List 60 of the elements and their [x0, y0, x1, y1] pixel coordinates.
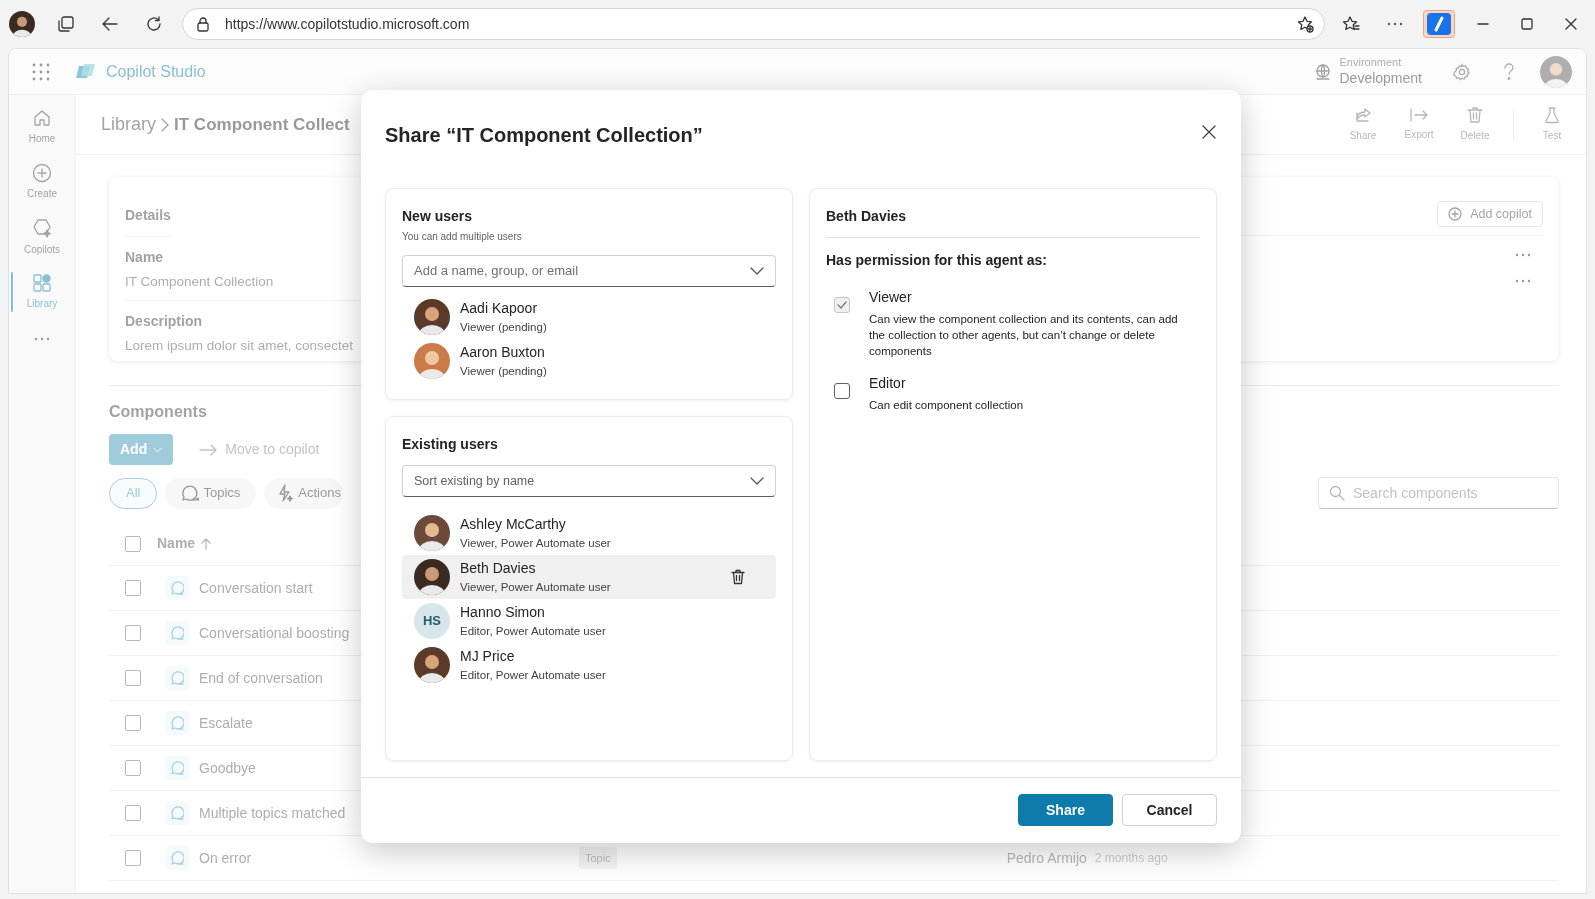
user-name: Aadi Kapoor: [460, 300, 539, 318]
option-label: Viewer: [869, 288, 913, 307]
toolbar-button[interactable]: Delete: [1447, 100, 1503, 149]
user-row[interactable]: MJ Price Editor, Power Automate user: [402, 643, 776, 687]
environment-name[interactable]: Development: [1339, 69, 1422, 88]
option-description: Can view the component collection and its contents, can add the collection to other agents, but can’t change or delete components: [869, 312, 1179, 359]
option-label: Editor: [869, 374, 907, 393]
user-role: Viewer (pending): [460, 319, 548, 334]
filter-pill[interactable]: Topics: [165, 477, 257, 509]
field-value: IT Component Collection: [125, 273, 274, 291]
user-row[interactable]: Beth Davies Viewer, Power Automate user: [402, 555, 776, 599]
app-name: Copilot Studio: [106, 61, 206, 82]
filter-pill[interactable]: All: [109, 477, 158, 509]
panel-heading: Existing users: [402, 435, 499, 454]
environment-label: Environment: [1339, 55, 1403, 70]
add-button[interactable]: Add: [109, 434, 174, 465]
component-name[interactable]: On error: [199, 847, 579, 869]
field-label: Description: [125, 312, 202, 332]
dialog-title: Share “IT Component Collection”: [385, 123, 703, 148]
user-role: Editor, Power Automate user: [460, 667, 607, 682]
selected-user-name: Beth Davies: [826, 206, 1200, 238]
components-heading: Components: [109, 402, 207, 422]
user-name: Aaron Buxton: [460, 344, 546, 362]
toolbar-button[interactable]: Export: [1391, 100, 1447, 149]
column-header[interactable]: Name: [157, 533, 196, 554]
nav-item[interactable]: Copilots: [9, 209, 75, 264]
field-label: Name: [125, 248, 164, 267]
hint-text: You can add multiple users: [402, 230, 523, 244]
filter-pill[interactable]: Actions: [264, 477, 343, 509]
nav-item[interactable]: Create: [9, 154, 75, 209]
nav-item[interactable]: Library: [9, 264, 75, 319]
people-picker-field[interactable]: Add a name, group, or email: [402, 255, 776, 287]
nav-item[interactable]: Home: [9, 99, 75, 154]
user-role: Editor, Power Automate user: [460, 623, 607, 638]
share-button[interactable]: Share: [1018, 794, 1113, 826]
option-description: Can edit component collection: [869, 398, 1025, 413]
permission-heading: Has permission for this agent as:: [826, 251, 1048, 270]
toolbar-button[interactable]: Test: [1524, 100, 1580, 149]
user-name: Ashley McCarthy: [460, 516, 567, 534]
user-name: Hanno Simon: [460, 604, 546, 622]
address-bar[interactable]: https://www.copilotstudio.microsoft.com: [182, 8, 1325, 40]
toolbar-button[interactable]: Share: [1335, 100, 1391, 149]
add-copilot-button[interactable]: Add copilot: [1437, 201, 1543, 227]
url-text: https://www.copilotstudio.microsoft.com: [225, 14, 471, 34]
user-role: Viewer, Power Automate user: [460, 535, 612, 550]
details-heading: Details: [125, 205, 171, 237]
search-field[interactable]: Search components: [1318, 477, 1559, 509]
cancel-button[interactable]: Cancel: [1122, 794, 1217, 826]
initials-avatar: HS: [414, 603, 450, 639]
field-value: Lorem ipsum dolor sit amet, consectet: [125, 337, 354, 356]
breadcrumb-current: IT Component Collect: [174, 113, 350, 136]
user-role: Viewer, Power Automate user: [460, 579, 612, 594]
user-row[interactable]: HS Hanno Simon Editor, Power Automate user: [402, 599, 776, 643]
user-role: Viewer (pending): [460, 363, 548, 378]
panel-heading: New users: [402, 207, 474, 226]
owner-name: Pedro Armijo: [1006, 848, 1087, 868]
sort-dropdown[interactable]: Sort existing by name: [402, 465, 776, 497]
breadcrumb-link[interactable]: Library: [101, 111, 157, 138]
user-name: MJ Price: [460, 648, 516, 666]
user-name: Beth Davies: [460, 560, 537, 578]
